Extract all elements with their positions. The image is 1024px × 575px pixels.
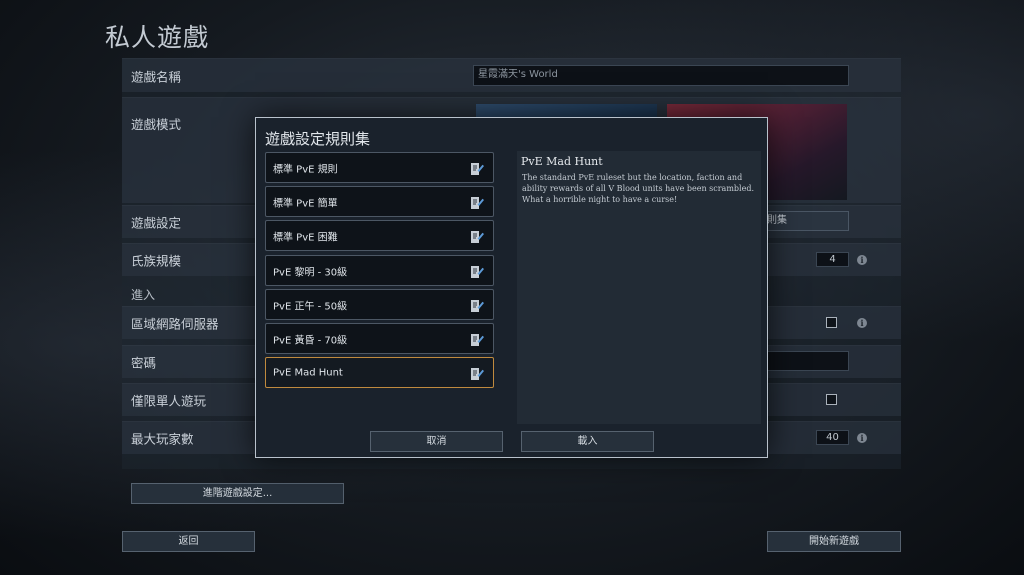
edit-icon[interactable] (470, 263, 485, 279)
ruleset-detail-title: PvE Mad Hunt (521, 155, 603, 168)
clan-size-info-icon[interactable]: i (857, 255, 867, 265)
ruleset-item-dusk[interactable]: PvE 黃昏 - 70級 (265, 323, 494, 354)
ruleset-item-label: 標準 PvE 規則 (273, 164, 338, 175)
ruleset-item-label: 標準 PvE 簡單 (273, 198, 338, 209)
ruleset-dialog: 遊戲設定規則集 標準 PvE 規則 標準 PvE 簡單 標準 PvE 困難 Pv… (255, 117, 768, 458)
max-players-info-icon[interactable]: i (857, 433, 867, 443)
game-name-input[interactable]: 星霞滿天's World (473, 65, 849, 86)
edit-icon[interactable] (470, 194, 485, 210)
edit-icon[interactable] (470, 365, 485, 381)
ruleset-button[interactable]: 則集 (764, 211, 849, 231)
ruleset-item-label: 標準 PvE 困難 (273, 232, 338, 243)
clan-size-label: 氏族規模 (131, 253, 182, 269)
edit-icon[interactable] (470, 297, 485, 313)
ruleset-detail-pane: PvE Mad Hunt The standard PvE ruleset bu… (517, 151, 761, 424)
ruleset-item-hard[interactable]: 標準 PvE 困難 (265, 220, 494, 251)
ruleset-item-standard[interactable]: 標準 PvE 規則 (265, 152, 494, 183)
edit-icon[interactable] (470, 228, 485, 244)
game-settings-label: 遊戲設定 (131, 215, 182, 231)
ruleset-item-label: PvE 黃昏 - 70級 (273, 335, 348, 346)
ruleset-item-mad-hunt[interactable]: PvE Mad Hunt (265, 357, 494, 388)
edit-icon[interactable] (470, 160, 485, 176)
lan-server-label: 區域網路伺服器 (131, 316, 219, 332)
load-button[interactable]: 載入 (521, 431, 654, 452)
max-players-input[interactable]: 40 (816, 430, 849, 445)
password-input[interactable] (764, 351, 849, 371)
password-label: 密碼 (131, 355, 157, 371)
dialog-title: 遊戲設定規則集 (265, 130, 371, 148)
lan-server-info-icon[interactable]: i (857, 318, 867, 328)
back-button[interactable]: 返回 (122, 531, 255, 552)
clan-size-input[interactable]: 4 (816, 252, 849, 267)
solo-only-checkbox[interactable] (826, 394, 837, 405)
ruleset-item-noon[interactable]: PvE 正午 - 50級 (265, 289, 494, 320)
game-name-label: 遊戲名稱 (131, 69, 182, 84)
edit-icon[interactable] (470, 331, 485, 347)
start-new-game-button[interactable]: 開始新遊戲 (767, 531, 901, 552)
max-players-label: 最大玩家數 (131, 431, 194, 447)
join-section-label: 進入 (131, 288, 156, 302)
lan-server-checkbox[interactable] (826, 317, 837, 328)
cancel-button[interactable]: 取消 (370, 431, 503, 452)
solo-only-label: 僅限單人遊玩 (131, 393, 207, 409)
advanced-settings-button[interactable]: 進階遊戲設定... (131, 483, 344, 504)
ruleset-item-label: PvE 黎明 - 30級 (273, 267, 348, 278)
ruleset-item-label: PvE 正午 - 50級 (273, 301, 348, 312)
ruleset-item-easy[interactable]: 標準 PvE 簡單 (265, 186, 494, 217)
page-title: 私人遊戲 (105, 23, 210, 52)
ruleset-detail-description: The standard PvE ruleset but the locatio… (522, 173, 754, 204)
ruleset-item-dawn[interactable]: PvE 黎明 - 30級 (265, 255, 494, 286)
ruleset-item-label: PvE Mad Hunt (273, 367, 343, 378)
game-mode-label: 遊戲模式 (131, 117, 182, 132)
